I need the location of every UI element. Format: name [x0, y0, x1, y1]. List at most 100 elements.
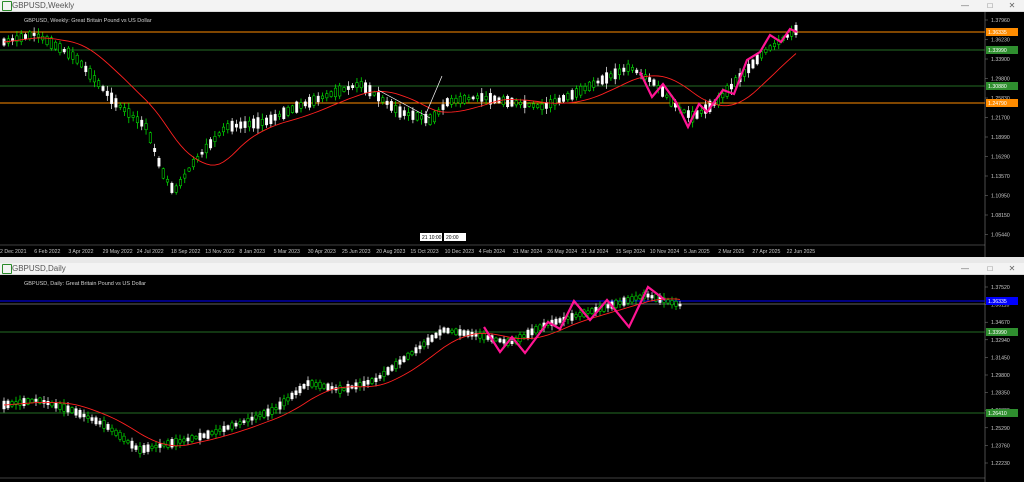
- candle-body: [450, 98, 454, 105]
- candle-body: [206, 430, 210, 439]
- candle-body: [394, 361, 398, 369]
- candle-body: [362, 380, 366, 387]
- price-tick-label: 1.34670: [991, 320, 1010, 326]
- price-tick-label: 1.21700: [991, 116, 1010, 122]
- candle-body: [432, 111, 436, 123]
- price-tag-label: 1.33990: [988, 48, 1007, 54]
- candle-body: [198, 432, 202, 441]
- candle-body: [342, 387, 346, 391]
- price-tag-label: 1.26410: [988, 411, 1007, 417]
- candle-body: [566, 93, 570, 101]
- candle-body: [19, 33, 23, 42]
- candle-body: [462, 330, 466, 336]
- candle-body: [502, 339, 506, 344]
- candle-body: [34, 398, 38, 402]
- candle-body: [118, 432, 122, 440]
- candle-body: [646, 293, 650, 298]
- candle-body: [458, 329, 462, 336]
- candle-body: [262, 410, 266, 418]
- candle-body: [415, 112, 419, 121]
- candle-body: [278, 113, 281, 117]
- candle-body: [222, 425, 226, 432]
- close-button[interactable]: ✕: [1002, 0, 1022, 11]
- candle-body: [609, 73, 613, 79]
- candle-body: [210, 431, 214, 436]
- candle-body: [308, 96, 312, 108]
- weekly-titlebar[interactable]: GBPUSD,Weekly — □ ✕: [0, 0, 1024, 12]
- candle-body: [187, 167, 191, 172]
- candle-body: [274, 407, 278, 411]
- daily-chart[interactable]: 1.375201.361101.346701.329401.314501.298…: [0, 275, 1024, 482]
- price-tick-label: 1.23760: [991, 443, 1010, 449]
- candle-body: [204, 143, 208, 154]
- date-tick-label: 13 Nov 2022: [205, 249, 235, 255]
- minimize-button[interactable]: —: [955, 263, 975, 274]
- weekly-chart[interactable]: 1.379601.362301.339001.298001.258301.217…: [0, 12, 1024, 257]
- candle-body: [273, 114, 277, 121]
- price-tick-label: 1.33900: [991, 57, 1010, 63]
- price-tick-label: 1.29800: [991, 77, 1010, 83]
- price-tick-label: 1.31450: [991, 355, 1010, 361]
- candle-body: [183, 173, 187, 179]
- candle-body: [463, 95, 467, 104]
- weekly-chart-header: GBPUSD, Weekly: Great Britain Pound vs U…: [24, 18, 152, 24]
- candle-body: [326, 383, 330, 391]
- candle-body: [514, 100, 518, 106]
- candle-body: [242, 420, 246, 424]
- price-tick-label: 1.36230: [991, 38, 1010, 44]
- candle-body: [24, 34, 27, 39]
- candle-body: [586, 310, 590, 314]
- candle-body: [286, 106, 290, 116]
- candle-body: [214, 429, 218, 435]
- candle-body: [747, 63, 751, 74]
- candle-body: [426, 337, 430, 346]
- candle-body: [534, 326, 538, 334]
- candle-body: [418, 345, 422, 350]
- candle-body: [441, 104, 445, 110]
- candle-body: [316, 95, 320, 103]
- candle-body: [71, 51, 75, 60]
- chart-window-icon: [2, 264, 12, 274]
- daily-titlebar[interactable]: GBPUSD,Daily — □ ✕: [0, 263, 1024, 275]
- candle-body: [368, 85, 372, 97]
- date-tick-label: 24 Jul 2022: [137, 249, 164, 255]
- candle-body: [101, 86, 105, 91]
- candle-body: [110, 92, 114, 104]
- minimize-button[interactable]: —: [955, 0, 975, 11]
- candle-body: [243, 121, 247, 128]
- maximize-button[interactable]: □: [980, 0, 1000, 11]
- date-tick-label: 21 Jul 2024: [581, 249, 608, 255]
- maximize-button[interactable]: □: [980, 263, 1000, 274]
- date-tick-label: 15 Sep 2024: [616, 249, 646, 255]
- candle-body: [318, 381, 322, 389]
- candle-body: [54, 41, 58, 50]
- candle-body: [381, 97, 385, 103]
- candle-body: [254, 414, 258, 420]
- candle-body: [446, 328, 450, 334]
- candle-body: [75, 54, 79, 64]
- candle-body: [402, 110, 406, 116]
- candle-body: [49, 37, 53, 49]
- candle-body: [527, 103, 531, 107]
- candle-body: [218, 428, 222, 432]
- candle-body: [374, 377, 378, 382]
- price-tag-label: 1.33990: [988, 330, 1007, 336]
- date-tick-label: 10 Nov 2024: [650, 249, 680, 255]
- candle-body: [622, 297, 626, 306]
- candle-body: [182, 438, 186, 443]
- candle-body: [794, 24, 798, 36]
- candle-body: [62, 403, 66, 412]
- candle-body: [18, 399, 22, 406]
- price-tick-label: 1.13570: [991, 174, 1010, 180]
- candle-body: [575, 88, 578, 98]
- candle-body: [562, 95, 566, 102]
- price-tick-label: 1.37960: [991, 18, 1010, 24]
- candle-body: [411, 110, 415, 120]
- candle-body: [333, 87, 337, 98]
- candle-body: [635, 69, 639, 74]
- weekly-chart-window: GBPUSD,Weekly — □ ✕ 1.37960 1.36230 1.3390…: [0, 0, 1024, 257]
- candle-body: [450, 329, 454, 333]
- candle-body: [454, 328, 458, 336]
- candle-body: [94, 417, 98, 425]
- close-button[interactable]: ✕: [1002, 263, 1022, 274]
